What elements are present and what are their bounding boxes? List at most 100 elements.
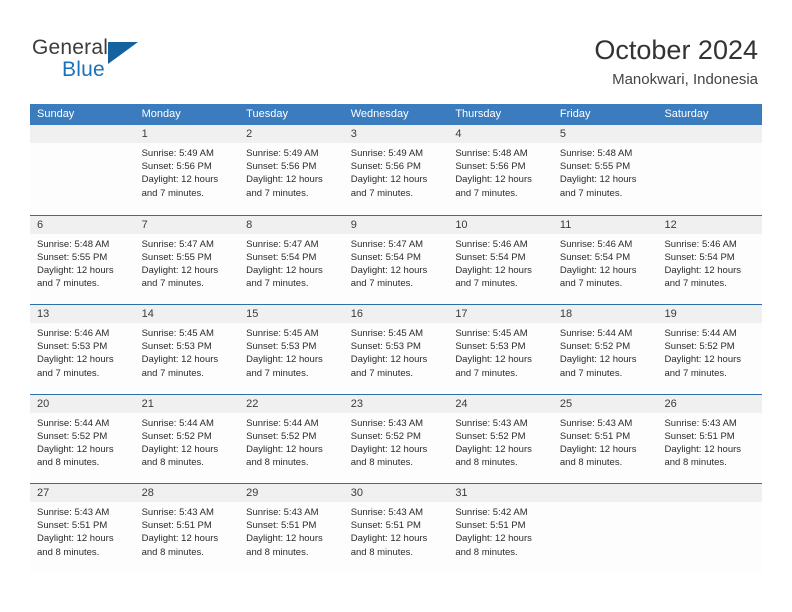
day-details: Sunrise: 5:48 AM Sunset: 5:55 PM Daylight:… bbox=[553, 143, 658, 200]
calendar-week-row: 20 Sunrise: 5:44 AM Sunset: 5:52 PM Dayligh… bbox=[30, 393, 763, 483]
sunrise-text: Sunrise: 5:49 AM bbox=[141, 148, 214, 159]
daylight-text: Daylight: 12 hours bbox=[559, 354, 637, 366]
sunrise-text: Sunrise: 5:47 AM bbox=[141, 238, 214, 250]
calendar-day-cell[interactable]: 3 Sunrise: 5:49 AM Sunset: 5:56 PM Daylight… bbox=[343, 125, 449, 215]
day-number: 1 bbox=[134, 125, 240, 143]
day-number: 9 bbox=[343, 215, 449, 234]
sunset-text: Sunset: 5:52 PM bbox=[246, 430, 317, 442]
sunset-text: Sunset: 5:52 PM bbox=[455, 430, 526, 442]
day-details: Sunrise: 5:47 AM Sunset: 5:54 PM Daylight:… bbox=[239, 234, 344, 291]
calendar-week-row: 6 Sunrise: 5:48 AM Sunset: 5:55 PM Daylight… bbox=[30, 214, 763, 304]
calendar-day-cell[interactable]: 22 Sunrise: 5:44 AM Sunset: 5:52 PM Dayligh… bbox=[239, 394, 344, 483]
sunrise-text: Sunrise: 5:44 AM bbox=[141, 417, 214, 429]
day-number: 17 bbox=[448, 305, 553, 323]
calendar-day-cell[interactable]: 16 Sunrise: 5:45 AM Sunset: 5:53 PM Dayligh… bbox=[343, 305, 449, 394]
day-number: 23 bbox=[343, 394, 449, 413]
calendar-day-cell-empty bbox=[552, 484, 658, 573]
calendar-day-cell[interactable]: 23 Sunrise: 5:43 AM Sunset: 5:52 PM Dayligh… bbox=[343, 394, 449, 483]
brand-logo[interactable]: General Blue bbox=[32, 36, 172, 88]
sunrise-text: Sunrise: 5:44 AM bbox=[559, 328, 633, 339]
calendar-day-cell[interactable]: 6 Sunrise: 5:48 AM Sunset: 5:55 PM Daylight… bbox=[30, 215, 135, 304]
day-number: 18 bbox=[552, 305, 658, 323]
sunrise-text: Sunrise: 5:43 AM bbox=[559, 417, 633, 429]
sunrise-text: Sunrise: 5:47 AM bbox=[350, 238, 424, 250]
calendar-day-cell[interactable]: 12 Sunrise: 5:46 AM Sunset: 5:54 PM Dayligh… bbox=[657, 215, 763, 304]
calendar-day-cell[interactable]: 27 Sunrise: 5:43 AM Sunset: 5:51 PM Dayligh… bbox=[30, 484, 135, 573]
daylight-text: and 8 minutes. bbox=[455, 546, 518, 558]
calendar-day-cell[interactable]: 8 Sunrise: 5:47 AM Sunset: 5:54 PM Daylight… bbox=[239, 215, 344, 304]
day-number: 3 bbox=[343, 125, 449, 143]
daylight-text: Daylight: 12 hours bbox=[141, 264, 219, 276]
calendar-day-cell[interactable]: 20 Sunrise: 5:44 AM Sunset: 5:52 PM Dayligh… bbox=[30, 394, 135, 483]
calendar-day-cell[interactable]: 13 Sunrise: 5:46 AM Sunset: 5:53 PM Dayligh… bbox=[30, 305, 135, 394]
calendar-day-cell[interactable]: 2 Sunrise: 5:49 AM Sunset: 5:56 PM Daylight… bbox=[239, 125, 344, 215]
calendar-day-cell[interactable]: 11 Sunrise: 5:46 AM Sunset: 5:54 PM Dayligh… bbox=[552, 215, 658, 304]
calendar-day-cell[interactable]: 1 Sunrise: 5:49 AM Sunset: 5:56 PM Daylight… bbox=[134, 125, 240, 215]
daylight-text: Daylight: 12 hours bbox=[141, 443, 219, 455]
calendar-day-cell[interactable]: 26 Sunrise: 5:43 AM Sunset: 5:51 PM Dayligh… bbox=[657, 394, 763, 483]
sunset-text: Sunset: 5:54 PM bbox=[350, 251, 421, 263]
sunset-text: Sunset: 5:54 PM bbox=[559, 251, 631, 263]
sunrise-text: Sunrise: 5:43 AM bbox=[664, 417, 737, 429]
calendar-day-cell[interactable]: 21 Sunrise: 5:44 AM Sunset: 5:52 PM Dayligh… bbox=[134, 394, 240, 483]
day-details: Sunrise: 5:49 AM Sunset: 5:56 PM Daylight:… bbox=[239, 143, 344, 200]
day-number: 27 bbox=[30, 484, 135, 502]
calendar-day-cell[interactable]: 7 Sunrise: 5:47 AM Sunset: 5:55 PM Daylight… bbox=[134, 215, 240, 304]
title-block: October 2024 Manokwari, Indonesia bbox=[594, 34, 758, 89]
calendar-day-cell[interactable]: 9 Sunrise: 5:47 AM Sunset: 5:54 PM Daylight… bbox=[343, 215, 449, 304]
sunset-text: Sunset: 5:56 PM bbox=[141, 161, 212, 173]
day-number: 15 bbox=[239, 305, 344, 323]
sunrise-text: Sunrise: 5:44 AM bbox=[664, 328, 737, 339]
daylight-text: and 7 minutes. bbox=[141, 278, 204, 290]
daylight-text: and 7 minutes. bbox=[246, 278, 309, 290]
day-number: 6 bbox=[30, 215, 135, 234]
daylight-text: and 8 minutes. bbox=[664, 457, 727, 469]
daylight-text: Daylight: 12 hours bbox=[246, 443, 323, 455]
daylight-text: and 8 minutes. bbox=[141, 457, 204, 469]
calendar-week-row: 27 Sunrise: 5:43 AM Sunset: 5:51 PM Dayligh… bbox=[30, 483, 763, 573]
daylight-text: and 7 minutes. bbox=[141, 367, 204, 379]
daylight-text: and 7 minutes. bbox=[37, 367, 100, 379]
sunrise-text: Sunrise: 5:48 AM bbox=[455, 148, 528, 159]
calendar-day-cell[interactable]: 25 Sunrise: 5:43 AM Sunset: 5:51 PM Dayligh… bbox=[552, 394, 658, 483]
sunrise-text: Sunrise: 5:48 AM bbox=[559, 148, 633, 159]
day-number: 10 bbox=[448, 215, 553, 234]
daylight-text: Daylight: 12 hours bbox=[455, 264, 532, 276]
day-details: Sunrise: 5:45 AM Sunset: 5:53 PM Daylight:… bbox=[344, 323, 449, 380]
sunrise-text: Sunrise: 5:45 AM bbox=[455, 328, 528, 339]
calendar-day-cell[interactable]: 24 Sunrise: 5:43 AM Sunset: 5:52 PM Dayligh… bbox=[448, 394, 553, 483]
daylight-text: Daylight: 12 hours bbox=[350, 533, 428, 545]
calendar-day-cell[interactable]: 4 Sunrise: 5:48 AM Sunset: 5:56 PM Daylight… bbox=[448, 125, 553, 215]
day-number bbox=[552, 484, 658, 502]
daylight-text: Daylight: 12 hours bbox=[455, 443, 532, 455]
calendar-day-cell[interactable]: 10 Sunrise: 5:46 AM Sunset: 5:54 PM Dayligh… bbox=[448, 215, 553, 304]
calendar-grid: Sunday Monday Tuesday Wednesday Thursday Frid… bbox=[30, 104, 763, 573]
calendar-day-cell[interactable]: 19 Sunrise: 5:44 AM Sunset: 5:52 PM Dayligh… bbox=[657, 305, 763, 394]
calendar-day-cell[interactable]: 31 Sunrise: 5:42 AM Sunset: 5:51 PM Dayligh… bbox=[448, 484, 553, 573]
calendar-day-cell[interactable]: 30 Sunrise: 5:43 AM Sunset: 5:51 PM Dayligh… bbox=[343, 484, 449, 573]
day-of-week-header-row: Sunday Monday Tuesday Wednesday Thursday Frid… bbox=[30, 104, 762, 125]
brand-name-blue: Blue bbox=[62, 58, 105, 81]
daylight-text: Daylight: 12 hours bbox=[37, 533, 114, 545]
daylight-text: and 8 minutes. bbox=[246, 546, 309, 558]
calendar-day-cell[interactable]: 29 Sunrise: 5:43 AM Sunset: 5:51 PM Dayligh… bbox=[239, 484, 344, 573]
day-number: 21 bbox=[134, 394, 240, 413]
daylight-text: and 7 minutes. bbox=[37, 278, 100, 290]
calendar-day-cell[interactable]: 18 Sunrise: 5:44 AM Sunset: 5:52 PM Dayligh… bbox=[552, 305, 658, 394]
day-details: Sunrise: 5:44 AM Sunset: 5:52 PM Daylight:… bbox=[657, 323, 762, 380]
day-number: 26 bbox=[657, 394, 763, 413]
calendar-day-cell[interactable]: 5 Sunrise: 5:48 AM Sunset: 5:55 PM Daylight… bbox=[552, 125, 658, 215]
day-details: Sunrise: 5:43 AM Sunset: 5:51 PM Daylight:… bbox=[657, 413, 762, 470]
calendar-day-cell[interactable]: 28 Sunrise: 5:43 AM Sunset: 5:51 PM Dayligh… bbox=[134, 484, 240, 573]
day-details: Sunrise: 5:48 AM Sunset: 5:55 PM Daylight:… bbox=[30, 234, 135, 291]
calendar-day-cell[interactable]: 14 Sunrise: 5:45 AM Sunset: 5:53 PM Dayligh… bbox=[134, 305, 240, 394]
calendar-day-cell[interactable]: 15 Sunrise: 5:45 AM Sunset: 5:53 PM Dayligh… bbox=[239, 305, 344, 394]
day-details: Sunrise: 5:49 AM Sunset: 5:56 PM Daylight:… bbox=[344, 143, 449, 200]
day-details: Sunrise: 5:43 AM Sunset: 5:51 PM Daylight:… bbox=[239, 502, 344, 559]
daylight-text: and 8 minutes. bbox=[37, 546, 100, 558]
day-number: 11 bbox=[552, 215, 658, 234]
day-details: Sunrise: 5:47 AM Sunset: 5:54 PM Daylight:… bbox=[344, 234, 449, 291]
day-number: 13 bbox=[30, 305, 135, 323]
calendar-day-cell[interactable]: 17 Sunrise: 5:45 AM Sunset: 5:53 PM Dayligh… bbox=[448, 305, 553, 394]
sunrise-text: Sunrise: 5:48 AM bbox=[37, 238, 110, 250]
